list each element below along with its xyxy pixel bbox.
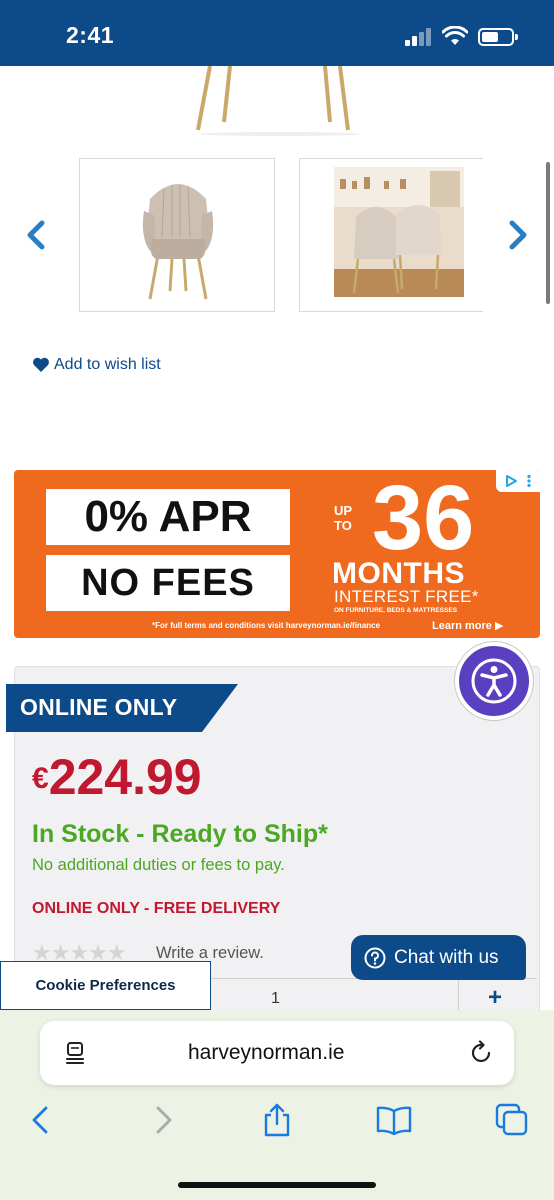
ad-apr-text: 0% APR: [46, 489, 290, 545]
heart-icon: [33, 357, 49, 372]
ad-up-to-text: UP TO: [334, 503, 353, 533]
reload-icon[interactable]: [470, 1040, 494, 1066]
carousel-next-icon[interactable]: [502, 215, 532, 255]
chat-with-us-button[interactable]: Chat with us: [351, 935, 526, 980]
page-menu-icon[interactable]: [64, 1040, 86, 1066]
forward-icon[interactable]: [144, 1102, 180, 1138]
url-text[interactable]: harveynorman.ie: [188, 1041, 344, 1065]
back-icon[interactable]: [24, 1102, 60, 1138]
accessibility-button[interactable]: [455, 642, 533, 720]
add-to-wishlist-link[interactable]: Add to wish list: [32, 356, 161, 374]
cookie-preferences-button[interactable]: Cookie Preferences: [0, 961, 211, 1010]
quantity-separator: [458, 978, 459, 1012]
share-icon[interactable]: [259, 1102, 295, 1138]
ad-learn-more-link[interactable]: Learn more ▶: [432, 619, 503, 632]
stock-status: In Stock - Ready to Ship*: [32, 820, 328, 848]
product-price: €224.99: [32, 748, 202, 806]
bookmarks-icon[interactable]: [376, 1102, 412, 1138]
ad-months-number: 36: [372, 470, 475, 569]
wifi-icon: [442, 26, 468, 45]
quantity-increase-button[interactable]: +: [488, 984, 502, 1012]
finance-ad-banner[interactable]: 0% APR NO FEES UP TO 36 MONTHS INTEREST …: [14, 470, 540, 638]
price-currency: €: [32, 762, 49, 795]
wishlist-label: Add to wish list: [54, 356, 161, 373]
quantity-input[interactable]: 1: [271, 990, 280, 1008]
status-bar: 2:41: [0, 0, 554, 66]
ad-categories-text: ON FURNITURE, BEDS & MATTRESSES: [334, 607, 458, 614]
online-only-badge: ONLINE ONLY: [20, 694, 178, 720]
thumbnail-chair-front[interactable]: [79, 158, 275, 312]
status-time: 2:41: [66, 22, 115, 48]
duties-note: No additional duties or fees to pay.: [32, 856, 285, 874]
scroll-indicator[interactable]: [546, 162, 550, 304]
page: 2:41 Add to wish list 0% APR NO FEES UP …: [0, 0, 554, 1200]
ad-months-text: MONTHS: [332, 557, 465, 590]
carousel-prev-icon[interactable]: [22, 215, 52, 255]
battery-icon: [478, 28, 518, 46]
ad-fees-text: NO FEES: [46, 555, 290, 611]
ad-terms-text: *For full terms and conditions visit har…: [152, 621, 381, 630]
accessibility-icon: [471, 658, 517, 704]
thumbnail-chair-room[interactable]: [299, 158, 483, 312]
ad-interest-text: INTEREST FREE*: [334, 587, 479, 606]
cellular-signal-icon: [405, 28, 435, 46]
main-product-image[interactable]: [180, 66, 380, 136]
delivery-note: ONLINE ONLY - FREE DELIVERY: [32, 900, 281, 917]
tabs-icon[interactable]: [494, 1102, 530, 1138]
chat-label: Chat with us: [394, 946, 499, 968]
price-amount: 224.99: [48, 749, 202, 805]
ad-choices-icon[interactable]: [496, 470, 540, 492]
help-circle-icon: [364, 947, 386, 968]
home-indicator[interactable]: [178, 1182, 376, 1188]
